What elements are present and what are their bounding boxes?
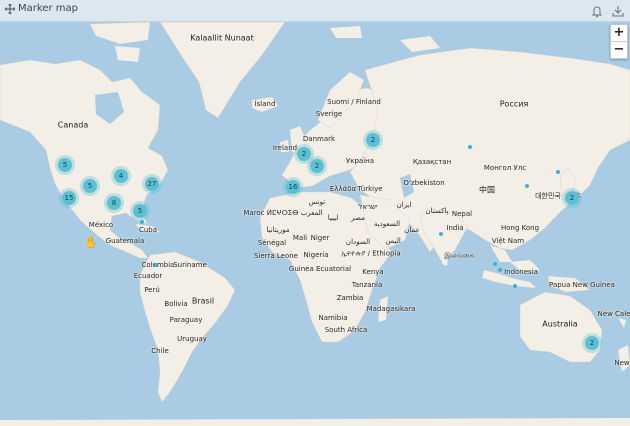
marker-cluster-us-rockies[interactable]: 5 — [83, 179, 97, 193]
label-china: 中国 — [479, 185, 495, 195]
label-colombia: Colombia — [141, 261, 175, 269]
label-srilanka: இலங்கை — [444, 251, 474, 260]
label-indonesia: Indonesia — [504, 268, 538, 276]
label-russia: Россия — [499, 99, 529, 109]
zoom-control: + − — [610, 24, 628, 59]
label-kazakhstan: Қазақстан — [412, 158, 452, 166]
label-kenya: Kenya — [362, 268, 384, 276]
label-tanzania: Tanzania — [351, 281, 383, 289]
label-nigeria: Nigeria — [303, 251, 329, 259]
label-ethiopia: ኢትዮጵያ / Ethiopia — [341, 249, 401, 258]
label-ecuador: Ecuador — [133, 272, 163, 280]
label-yemen: اليمن — [385, 237, 401, 245]
label-peru: Perú — [144, 286, 160, 294]
label-guinea-eq: Guinea Ecuatorial — [288, 265, 352, 273]
zoom-out-button[interactable]: − — [611, 42, 627, 58]
label-israel: ישראל — [358, 203, 378, 211]
label-cuba: Cuba — [138, 226, 158, 234]
map-header: Marker map — [0, 0, 630, 22]
label-niger: Niger — [310, 234, 330, 242]
label-mauritania: موريتانيا — [266, 226, 290, 234]
label-india: India — [446, 224, 464, 232]
label-suomi: Suomi / Finland — [327, 98, 381, 106]
label-kalaallit: Kalaallit Nunaat — [190, 33, 254, 43]
label-newzealand: New — [614, 359, 630, 367]
hand-cursor-icon: ✋ — [84, 236, 98, 249]
label-iran: ایران — [396, 201, 412, 209]
marker-cluster-us-midwest[interactable]: 4 — [114, 169, 128, 183]
label-greece: Ελλάδα — [329, 185, 357, 193]
label-namibia: Namibia — [318, 314, 348, 322]
label-hongkong: Hong Kong — [500, 224, 540, 232]
label-sverige: Sverige — [315, 110, 343, 118]
marker-dot[interactable] — [525, 184, 529, 188]
marker-dot[interactable] — [468, 145, 472, 149]
label-tunisia: تونس — [308, 198, 326, 206]
marker-cluster-uk[interactable]: 2 — [297, 147, 311, 161]
label-nepal: Nepal — [451, 210, 473, 218]
label-danmark: Danmark — [302, 135, 336, 143]
label-turkey: Türkiye — [357, 185, 383, 193]
marker-cluster-moscow[interactable]: 2 — [366, 133, 380, 147]
label-zambia: Zambia — [336, 294, 364, 302]
label-ozbekiston: O‘zbekiston — [403, 179, 445, 187]
label-australia: Australia — [542, 319, 578, 329]
label-bolivia: Bolivia — [164, 300, 188, 308]
label-korea: 대한민국 — [535, 192, 561, 200]
marker-cluster-europe[interactable]: 2 — [310, 159, 324, 173]
label-saudi: السعودية — [373, 220, 401, 228]
marker-dot[interactable] — [498, 268, 502, 272]
label-pakistan: پاکستان — [425, 207, 449, 215]
label-senegal: Sénégal — [257, 239, 287, 247]
marker-cluster-us-texas[interactable]: 8 — [107, 196, 121, 210]
label-sierra: Sierra Leone — [254, 252, 298, 260]
label-guatemala: Guatemala — [105, 237, 145, 245]
label-paraguay: Paraguay — [169, 316, 203, 324]
bell-icon[interactable] — [590, 4, 604, 18]
page-title: Marker map — [18, 3, 78, 14]
marker-cluster-australia[interactable]: 2 — [585, 336, 599, 350]
label-brasil: Brasil — [191, 296, 215, 306]
label-mongolia: Монгол Улс — [483, 164, 527, 172]
label-ukraine: Україна — [345, 157, 375, 165]
label-mexico: México — [88, 221, 114, 229]
label-maroc: Maroc ⵍⵎⵖⵔⵉⴱ المغرب — [243, 209, 323, 217]
label-uruguay: Uruguay — [177, 335, 207, 343]
marker-cluster-japan[interactable]: 2 — [565, 191, 579, 205]
label-island: Ísland — [254, 100, 276, 108]
label-libya: ليبيا — [327, 214, 339, 222]
label-canada: Canada — [57, 120, 89, 130]
marker-dot[interactable] — [154, 263, 158, 267]
marker-dot[interactable] — [493, 262, 497, 266]
zoom-in-button[interactable]: + — [611, 25, 627, 41]
label-southafrica: South Africa — [324, 326, 368, 334]
marker-cluster-us-northeast[interactable]: 27 — [145, 177, 159, 191]
marker-dot[interactable] — [439, 232, 443, 236]
marker-cluster-mediterranean[interactable]: 16 — [286, 180, 300, 194]
marker-dot[interactable] — [513, 284, 517, 288]
label-png: Papua New Guinea — [549, 281, 615, 289]
marker-dot[interactable] — [140, 220, 144, 224]
label-oman: عمان — [404, 226, 420, 234]
label-chile: Chile — [151, 347, 169, 355]
label-mali: Mali — [292, 234, 308, 242]
title-group: Marker map — [5, 3, 78, 14]
label-ireland: Ireland — [272, 144, 298, 152]
label-egypt: مصر — [351, 214, 365, 222]
label-sudan: السودان — [345, 238, 371, 246]
marker-cluster-us-west[interactable]: 5 — [58, 158, 72, 172]
marker-cluster-us-florida[interactable]: 5 — [133, 204, 147, 218]
label-newcal: New Cale — [597, 310, 630, 318]
marker-cluster-us-california[interactable]: 15 — [62, 191, 76, 205]
download-icon[interactable] — [611, 4, 625, 18]
label-madagascar: Madagasikara — [366, 305, 416, 313]
label-vietnam: Việt Nam — [491, 237, 525, 245]
move-icon[interactable] — [5, 3, 15, 14]
marker-dot[interactable] — [556, 170, 560, 174]
label-suriname: Suriname — [173, 261, 207, 269]
